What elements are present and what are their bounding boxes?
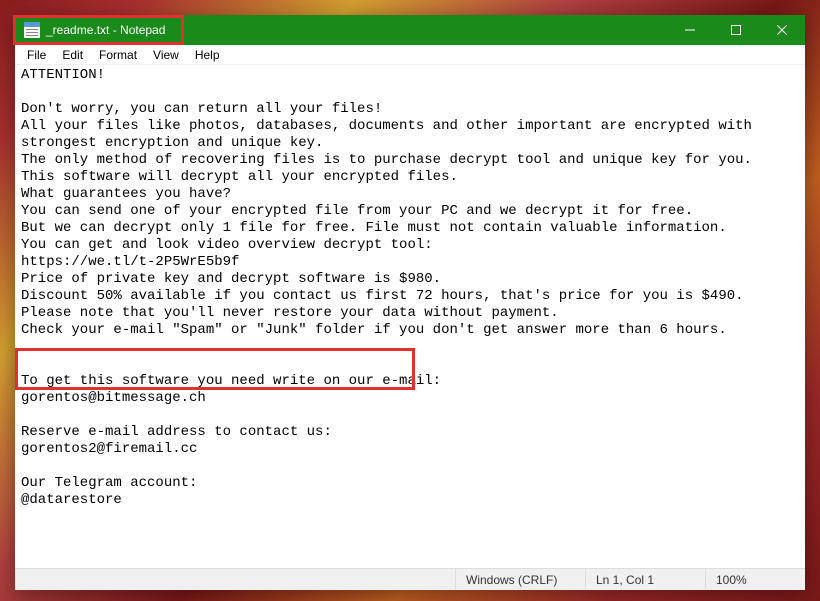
menu-edit[interactable]: Edit [54, 46, 91, 64]
notepad-window: _readme.txt - Notepad File Edit Format V… [15, 15, 805, 590]
text-editor[interactable]: ATTENTION! Don't worry, you can return a… [15, 65, 805, 568]
minimize-icon [685, 25, 695, 35]
minimize-button[interactable] [667, 15, 713, 45]
statusbar: Windows (CRLF) Ln 1, Col 1 100% [15, 568, 805, 590]
notepad-icon [24, 22, 40, 38]
maximize-icon [731, 25, 741, 35]
email-highlight-box [15, 348, 415, 390]
status-spacer [15, 569, 455, 590]
menu-file[interactable]: File [19, 46, 54, 64]
maximize-button[interactable] [713, 15, 759, 45]
titlebar[interactable]: _readme.txt - Notepad [15, 15, 805, 45]
status-encoding: Windows (CRLF) [455, 569, 585, 590]
window-title: _readme.txt - Notepad [46, 23, 177, 37]
menu-format[interactable]: Format [91, 46, 145, 64]
title-highlight-box: _readme.txt - Notepad [13, 15, 184, 45]
close-icon [777, 25, 787, 35]
status-zoom: 100% [705, 569, 805, 590]
window-controls [667, 15, 805, 45]
menu-view[interactable]: View [145, 46, 187, 64]
close-button[interactable] [759, 15, 805, 45]
status-position: Ln 1, Col 1 [585, 569, 705, 590]
menubar: File Edit Format View Help [15, 45, 805, 65]
menu-help[interactable]: Help [187, 46, 228, 64]
